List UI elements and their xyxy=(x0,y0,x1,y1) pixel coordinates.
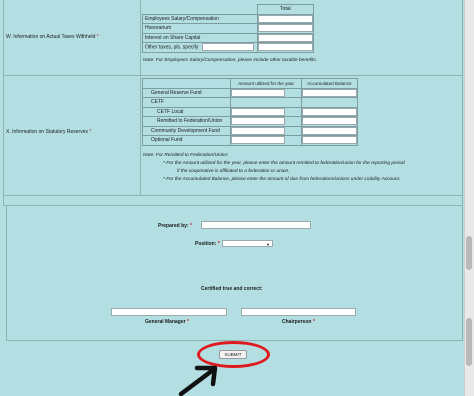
row-label: Employees Salary/Compensation xyxy=(142,13,258,24)
chevron-down-icon: ▼ xyxy=(266,242,270,247)
section-w-label: W. Information on Actual Taxes Withheld … xyxy=(6,34,99,40)
community-development-amount-input[interactable] xyxy=(231,126,286,135)
total-column-header: Total xyxy=(256,4,315,15)
employees-salary-total-input[interactable] xyxy=(257,14,313,23)
divider xyxy=(3,0,4,205)
section-w-note: Note: For Employees Salary/Compensation,… xyxy=(143,58,318,63)
row-label: CETF xyxy=(141,97,232,108)
taxes-withheld-table: Total Employees Salary/Compensation Hono… xyxy=(142,4,315,53)
cetf-local-amount-input[interactable] xyxy=(231,107,286,116)
community-development-balance-input[interactable] xyxy=(301,126,357,135)
section-x-note-title: Note: For Remitted to Federation/Union: xyxy=(143,153,229,158)
position-select[interactable]: ▼ xyxy=(222,240,273,247)
general-reserve-balance-input[interactable] xyxy=(301,88,357,97)
interest-share-capital-total-input[interactable] xyxy=(257,33,313,42)
prepared-by-input[interactable] xyxy=(201,221,311,229)
section-x-note-line: if the cooperative is affiliated to a fe… xyxy=(177,169,290,174)
section-x-label: X. Information on Statutory Reserves * xyxy=(6,129,92,135)
arrow-pointer-icon xyxy=(178,365,218,396)
scrollbar-thumb[interactable] xyxy=(466,236,472,270)
prepared-by-label: Prepared by: * xyxy=(158,223,192,229)
cetf-local-balance-input[interactable] xyxy=(301,107,357,116)
form-page: W. Information on Actual Taxes Withheld … xyxy=(0,0,464,396)
position-label: Position: * xyxy=(195,241,220,247)
amount-utilized-header: Amount utilized for the year xyxy=(230,78,302,89)
chairperson-label: Chairperson * xyxy=(282,319,315,325)
row-label: Other taxes, pls. specify xyxy=(145,44,199,51)
row-label: Optional Fund xyxy=(141,135,232,146)
row-label: CETF Local xyxy=(141,106,232,117)
divider xyxy=(3,195,463,196)
row-label: Interest on Share Capital xyxy=(142,32,258,43)
section-x-note-line: * For the Amount utilized for the year, … xyxy=(163,161,405,166)
optional-fund-balance-input[interactable] xyxy=(301,136,357,145)
certified-label: Certified true and correct: xyxy=(201,286,263,292)
row-label: General Reserve Fund xyxy=(141,87,232,98)
remitted-federation-balance-input[interactable] xyxy=(301,117,357,126)
divider xyxy=(140,0,141,195)
remitted-federation-amount-input[interactable] xyxy=(231,117,286,126)
honorarium-total-input[interactable] xyxy=(257,24,313,33)
section-x-note-line: * For the Accumulated Balance, please en… xyxy=(163,177,401,182)
statutory-reserves-table: Amount utilized for the year Accumulated… xyxy=(141,78,359,146)
other-taxes-specify-input[interactable] xyxy=(202,43,255,52)
divider xyxy=(462,0,463,340)
divider xyxy=(3,75,463,76)
divider xyxy=(3,205,463,206)
row-label: Remitted to Federation/Union xyxy=(141,116,232,127)
row-label: Community Development Fund xyxy=(141,125,232,136)
scrollbar-thumb[interactable] xyxy=(466,318,472,366)
divider xyxy=(6,205,7,340)
other-taxes-total-input[interactable] xyxy=(257,43,313,52)
general-manager-label: General Manager * xyxy=(145,319,189,325)
general-manager-input[interactable] xyxy=(111,308,227,316)
general-reserve-amount-input[interactable] xyxy=(231,88,286,97)
accumulated-balance-header: Accumulated Balance xyxy=(300,78,359,89)
submit-button[interactable]: SUBMIT xyxy=(219,350,247,359)
chairperson-input[interactable] xyxy=(241,308,356,316)
optional-fund-amount-input[interactable] xyxy=(231,136,286,145)
row-label: Honorarium xyxy=(142,23,258,34)
